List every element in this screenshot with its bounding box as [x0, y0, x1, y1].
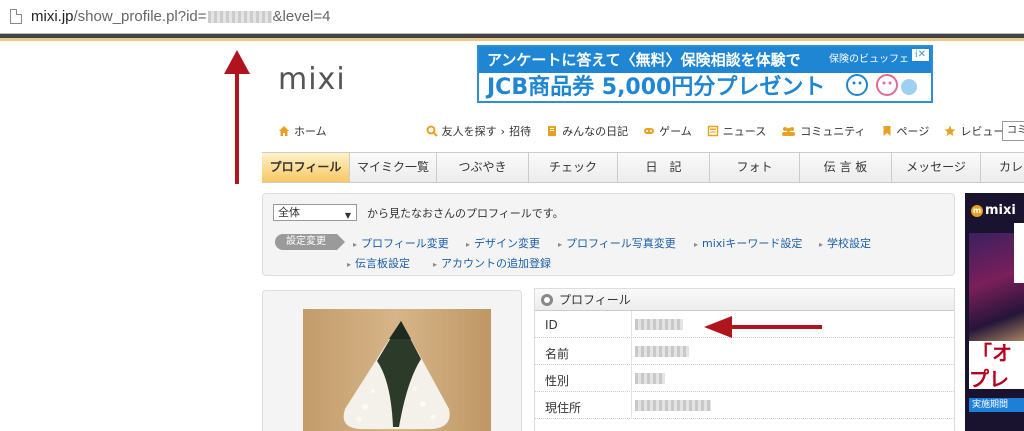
blurred-value [635, 346, 689, 357]
link-school-settings[interactable]: 学校設定 [819, 235, 871, 251]
blurred-value [635, 400, 711, 411]
link-add-account[interactable]: アカウントの追加登録 [433, 255, 551, 271]
nav-community[interactable]: コミュニティ [781, 123, 866, 139]
side-ad-scroll-strip [1014, 223, 1024, 283]
tab-photo[interactable]: フォト [710, 153, 800, 182]
link-message-board-settings[interactable]: 伝言板設定 [347, 255, 410, 271]
nav-page[interactable]: ページ [881, 123, 930, 139]
nav-find-friends[interactable]: 友人を探す [426, 123, 497, 139]
address-bar[interactable]: mixi.jp/show_profile.pl?id= &level=4 [0, 0, 1024, 34]
nav-separator: › [500, 124, 506, 138]
url-query: &level=4 [272, 8, 331, 25]
link-mixi-keyword[interactable]: mixiキーワード設定 [694, 235, 802, 251]
nav-game-label: ゲーム [659, 125, 692, 138]
view-scope-value: 全体 [278, 206, 300, 219]
profile-heading: プロフィール [535, 289, 954, 311]
view-description: から見たなおさんのプロフィールです。 [367, 207, 564, 220]
row-key: 名前 [545, 347, 570, 361]
row-divider [631, 365, 632, 392]
row-key: ID [545, 318, 558, 332]
search-input[interactable]: コミ [1002, 121, 1024, 141]
bookmark-icon [883, 126, 891, 136]
ad-banner[interactable]: アンケートに答えて〈無料〉保険相談を体験で 保険のビュッフェ i✕ JCB商品券… [477, 45, 933, 103]
profile-row-id: ID [535, 311, 954, 338]
profile-tabs: プロフィール マイミク一覧 つぶやき チェック 日 記 フォト 伝 言 板 メッ… [262, 152, 1024, 183]
settings-label: 設定変更 [275, 234, 345, 250]
nav-community-label: コミュニティ [800, 125, 866, 138]
blurred-value [635, 373, 665, 384]
nav-find-friends-label: 友人を探す [441, 125, 497, 138]
global-nav: ホーム 友人を探す › 招待 みんなの日記 ゲーム ニュース コミュニティ ペー… [278, 120, 1019, 142]
url-path: /show_profile.pl?id= [73, 8, 207, 25]
blurred-id [207, 11, 272, 24]
blurred-value [635, 319, 683, 330]
tab-message-board[interactable]: 伝 言 板 [800, 153, 892, 182]
gamepad-icon [644, 128, 655, 134]
profile-row-address: 現住所 [535, 392, 954, 419]
star-icon [944, 125, 956, 136]
nav-home-label: ホーム [294, 125, 327, 138]
profile-view-panel: 全体 ▼ から見たなおさんのプロフィールです。 設定変更 プロフィール変更 デザ… [262, 193, 955, 276]
arrow-up-annotation [224, 50, 250, 184]
search-icon [426, 125, 438, 137]
nav-review[interactable]: レビュー [944, 123, 1004, 139]
side-ad-logo-text: mixi [985, 203, 1016, 218]
url-host: mixi.jp [31, 8, 74, 25]
dropdown-arrow-icon: ▼ [344, 211, 351, 220]
tab-message[interactable]: メッセージ [892, 153, 981, 182]
profile-photo[interactable] [303, 309, 491, 431]
side-ad[interactable]: m mixi 「オ プレ 実施期間 [965, 193, 1024, 431]
mixi-logo[interactable]: mixi [278, 62, 346, 97]
row-divider [631, 311, 632, 338]
nav-page-label: ページ [896, 125, 930, 138]
nav-diary-label: みんなの日記 [562, 125, 629, 138]
side-ad-text3: 実施期間 [969, 398, 1024, 412]
banner-brand: 保険のビュッフェ [829, 54, 909, 65]
tab-calendar[interactable]: カレ [981, 153, 1024, 182]
row-divider [631, 338, 632, 365]
nav-invite-label: 招待 [509, 125, 532, 138]
home-icon [279, 126, 289, 136]
mascot-illustration-icon [846, 74, 917, 96]
tab-mymixi-list[interactable]: マイミク一覧 [350, 153, 437, 182]
profile-heading-text: プロフィール [559, 293, 631, 307]
onigiri-photo [303, 309, 491, 431]
nav-diary[interactable]: みんなの日記 [546, 123, 628, 139]
header-accent-line [0, 38, 1024, 41]
tab-profile[interactable]: プロフィール [262, 153, 350, 182]
nav-review-label: レビュー [960, 125, 1005, 138]
nav-home[interactable]: ホーム [278, 123, 327, 139]
row-key: 性別 [545, 374, 570, 388]
diary-icon [548, 126, 557, 136]
link-edit-profile-photo[interactable]: プロフィール写真変更 [558, 235, 676, 251]
ad-choices-icon[interactable]: i✕ [911, 49, 929, 61]
nav-news[interactable]: ニュース [707, 123, 766, 139]
section-bullet-icon [541, 294, 553, 306]
tab-voice[interactable]: つぶやき [437, 153, 529, 182]
profile-row-gender: 性別 [535, 365, 954, 392]
side-ad-logo: m mixi [971, 203, 1016, 218]
page-icon [10, 9, 22, 24]
row-divider [631, 392, 632, 419]
profile-row-name: 名前 [535, 338, 954, 365]
link-edit-design[interactable]: デザイン変更 [466, 235, 540, 251]
side-ad-text2: プレ [969, 367, 1009, 391]
view-scope-select[interactable]: 全体 ▼ [273, 204, 357, 221]
tab-diary[interactable]: 日 記 [618, 153, 710, 182]
nav-invite[interactable]: › 招待 [501, 123, 531, 139]
link-edit-profile[interactable]: プロフィール変更 [353, 235, 449, 251]
url-text[interactable]: mixi.jp/show_profile.pl?id= &level=4 [31, 8, 331, 25]
profile-table: プロフィール ID 名前 性別 現住所 [534, 288, 955, 431]
profile-photo-box [262, 290, 522, 431]
row-key: 現住所 [545, 401, 582, 415]
nav-game[interactable]: ゲーム [643, 123, 692, 139]
news-icon [707, 125, 718, 137]
tab-check[interactable]: チェック [529, 153, 618, 182]
community-icon [782, 127, 796, 136]
mixi-badge-icon: m [971, 204, 983, 217]
nav-news-label: ニュース [722, 125, 767, 138]
